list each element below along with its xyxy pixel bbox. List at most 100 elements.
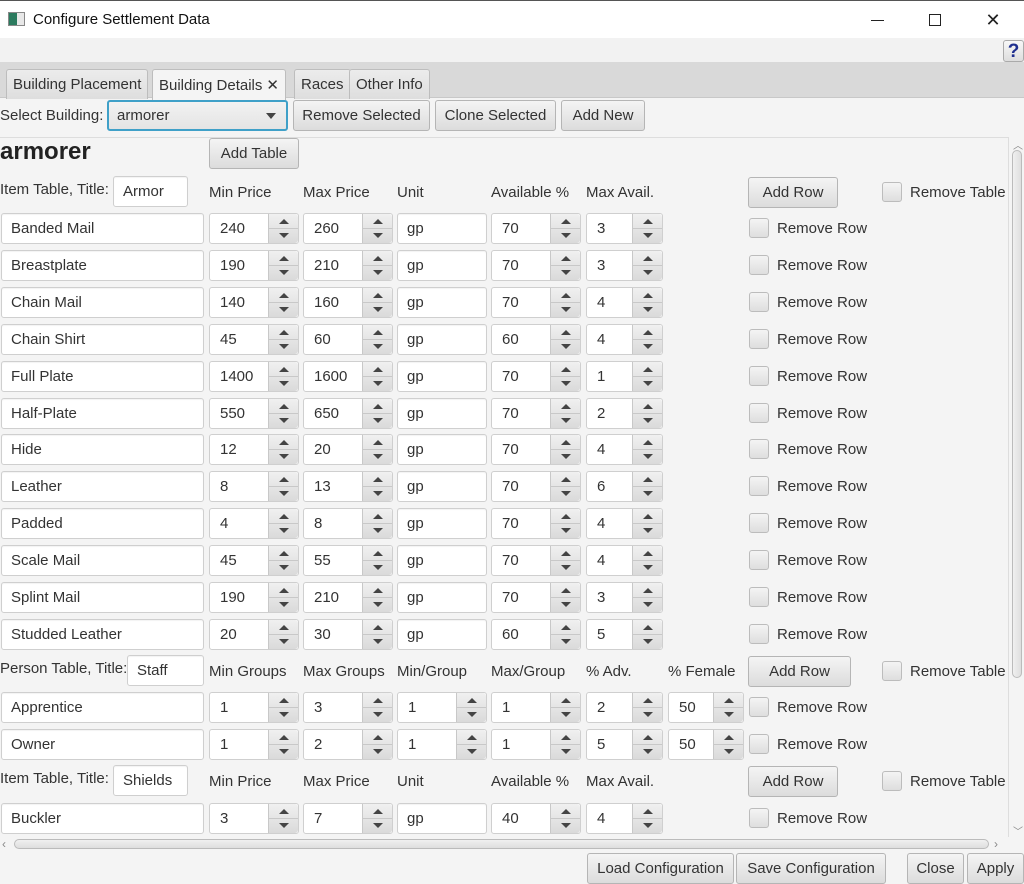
max-avail-spinner[interactable]: 6 <box>586 471 663 502</box>
spinner-arrows[interactable] <box>632 325 662 354</box>
tab-other-info[interactable]: Other Info <box>349 69 430 99</box>
unit-input[interactable]: gp <box>397 398 487 429</box>
table-title-input[interactable]: Shields <box>113 765 188 796</box>
max-price-spinner[interactable]: 1600 <box>303 361 393 392</box>
increment-arrow-icon[interactable] <box>279 698 289 703</box>
min-price-spinner[interactable]: 20 <box>209 619 299 650</box>
spinner-arrows[interactable] <box>362 693 392 722</box>
increment-arrow-icon[interactable] <box>373 477 383 482</box>
spinner-arrows[interactable] <box>268 472 298 501</box>
spinner-arrows[interactable] <box>268 693 298 722</box>
remove-row-checkbox[interactable] <box>749 513 769 533</box>
decrement-arrow-icon[interactable] <box>279 565 289 570</box>
load-configuration-button[interactable]: Load Configuration <box>587 853 734 884</box>
unit-input[interactable]: gp <box>397 213 487 244</box>
horizontal-scroll-thumb[interactable] <box>14 839 989 849</box>
decrement-arrow-icon[interactable] <box>279 712 289 717</box>
spinner-arrows[interactable] <box>268 435 298 464</box>
max-price-spinner[interactable]: 55 <box>303 545 393 576</box>
spinner-arrows[interactable] <box>268 509 298 538</box>
spinner-arrows[interactable] <box>550 214 580 243</box>
increment-arrow-icon[interactable] <box>643 735 653 740</box>
decrement-arrow-icon[interactable] <box>373 749 383 754</box>
decrement-arrow-icon[interactable] <box>561 233 571 238</box>
max-avail-spinner[interactable]: 4 <box>586 324 663 355</box>
decrement-arrow-icon[interactable] <box>561 528 571 533</box>
remove-row-checkbox[interactable] <box>749 366 769 386</box>
decrement-arrow-icon[interactable] <box>373 418 383 423</box>
min-per-group-spinner[interactable]: 1 <box>397 692 487 723</box>
remove-row-checkbox[interactable] <box>749 218 769 238</box>
increment-arrow-icon[interactable] <box>643 477 653 482</box>
decrement-arrow-icon[interactable] <box>643 565 653 570</box>
remove-row-checkbox[interactable] <box>749 550 769 570</box>
decrement-arrow-icon[interactable] <box>643 602 653 607</box>
decrement-arrow-icon[interactable] <box>373 344 383 349</box>
close-button[interactable]: Close <box>907 853 964 884</box>
add-row-button[interactable]: Add Row <box>748 177 838 208</box>
spinner-arrows[interactable] <box>268 546 298 575</box>
add-row-button[interactable]: Add Row <box>748 766 838 797</box>
spinner-arrows[interactable] <box>632 583 662 612</box>
increment-arrow-icon[interactable] <box>373 367 383 372</box>
increment-arrow-icon[interactable] <box>643 809 653 814</box>
decrement-arrow-icon[interactable] <box>373 565 383 570</box>
max-price-spinner[interactable]: 210 <box>303 582 393 613</box>
spinner-arrows[interactable] <box>268 325 298 354</box>
spinner-arrows[interactable] <box>550 362 580 391</box>
max-per-group-spinner[interactable]: 1 <box>491 692 581 723</box>
increment-arrow-icon[interactable] <box>643 367 653 372</box>
increment-arrow-icon[interactable] <box>279 477 289 482</box>
increment-arrow-icon[interactable] <box>467 735 477 740</box>
spinner-arrows[interactable] <box>550 472 580 501</box>
spinner-arrows[interactable] <box>632 362 662 391</box>
increment-arrow-icon[interactable] <box>643 551 653 556</box>
spinner-arrows[interactable] <box>362 620 392 649</box>
max-price-spinner[interactable]: 260 <box>303 213 393 244</box>
spinner-arrows[interactable] <box>550 399 580 428</box>
max-price-spinner[interactable]: 8 <box>303 508 393 539</box>
spinner-arrows[interactable] <box>632 214 662 243</box>
apply-button[interactable]: Apply <box>967 853 1024 884</box>
spinner-arrows[interactable] <box>268 288 298 317</box>
row-name-input[interactable]: Apprentice <box>1 692 204 723</box>
decrement-arrow-icon[interactable] <box>279 270 289 275</box>
remove-row-checkbox[interactable] <box>749 808 769 828</box>
increment-arrow-icon[interactable] <box>643 404 653 409</box>
add-new-button[interactable]: Add New <box>561 100 645 131</box>
decrement-arrow-icon[interactable] <box>373 307 383 312</box>
spinner-arrows[interactable] <box>268 399 298 428</box>
spinner-arrows[interactable] <box>550 804 580 833</box>
max-price-spinner[interactable]: 650 <box>303 398 393 429</box>
min-price-spinner[interactable]: 140 <box>209 287 299 318</box>
min-price-spinner[interactable]: 45 <box>209 324 299 355</box>
table-title-input[interactable]: Staff <box>127 655 204 686</box>
max-avail-spinner[interactable]: 4 <box>586 545 663 576</box>
horizontal-scrollbar[interactable]: ‹ › <box>0 837 1008 851</box>
spinner-arrows[interactable] <box>713 693 743 722</box>
spinner-arrows[interactable] <box>362 804 392 833</box>
remove-row-checkbox[interactable] <box>749 403 769 423</box>
available-percent-spinner[interactable]: 70 <box>491 250 581 281</box>
increment-arrow-icon[interactable] <box>643 293 653 298</box>
decrement-arrow-icon[interactable] <box>561 307 571 312</box>
spinner-arrows[interactable] <box>550 251 580 280</box>
decrement-arrow-icon[interactable] <box>279 418 289 423</box>
spinner-arrows[interactable] <box>362 583 392 612</box>
decrement-arrow-icon[interactable] <box>373 712 383 717</box>
increment-arrow-icon[interactable] <box>561 219 571 224</box>
increment-arrow-icon[interactable] <box>724 735 734 740</box>
row-name-input[interactable]: Chain Shirt <box>1 324 204 355</box>
decrement-arrow-icon[interactable] <box>643 712 653 717</box>
spinner-arrows[interactable] <box>362 362 392 391</box>
decrement-arrow-icon[interactable] <box>373 602 383 607</box>
min-price-spinner[interactable]: 4 <box>209 508 299 539</box>
spinner-arrows[interactable] <box>632 288 662 317</box>
increment-arrow-icon[interactable] <box>279 735 289 740</box>
vertical-scroll-thumb[interactable] <box>1012 150 1022 678</box>
max-price-spinner[interactable]: 7 <box>303 803 393 834</box>
increment-arrow-icon[interactable] <box>561 477 571 482</box>
clone-selected-button[interactable]: Clone Selected <box>435 100 556 131</box>
spinner-arrows[interactable] <box>362 214 392 243</box>
increment-arrow-icon[interactable] <box>279 404 289 409</box>
